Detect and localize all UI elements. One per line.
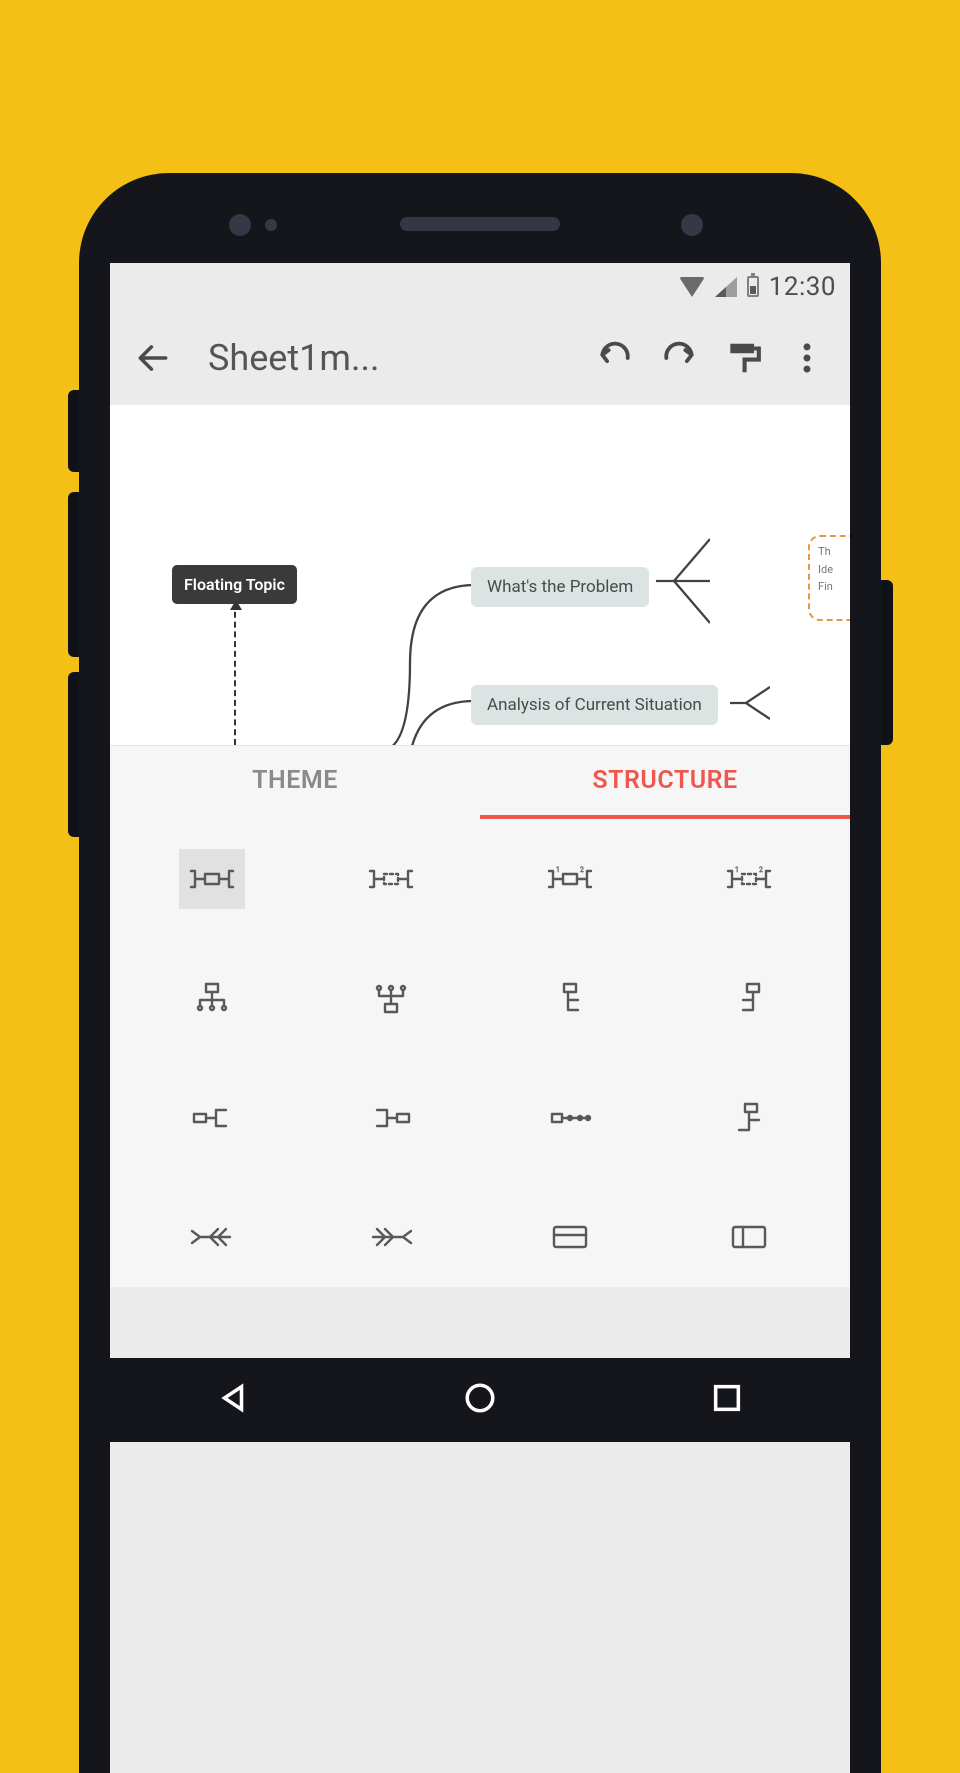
phone-frame: 12:30 Sheet1m... (79, 173, 881, 1773)
android-recent-button[interactable] (710, 1381, 744, 1419)
structure-option-logic-right[interactable] (122, 1080, 301, 1156)
topic-node[interactable]: What's the Problem (471, 567, 649, 607)
subtopic-label: Ide (818, 561, 850, 579)
phone-sensor (265, 219, 277, 231)
relationship-arrow[interactable] (234, 602, 236, 745)
structure-option-logic-left[interactable] (301, 1080, 480, 1156)
android-home-button[interactable] (463, 1381, 497, 1419)
phone-sensor (229, 214, 251, 236)
android-back-icon (216, 1381, 250, 1415)
structure-option-tree-right-b[interactable] (659, 961, 838, 1037)
structure-grid: 12 12 (110, 819, 850, 1287)
battery-icon (747, 276, 759, 297)
phone-camera (681, 214, 703, 236)
redo-button[interactable] (656, 335, 702, 381)
phone-speaker (400, 217, 560, 231)
tab-theme[interactable]: THEME (110, 746, 480, 819)
structure-option-fishbone-right[interactable] (301, 1200, 480, 1276)
structure-option-map-balanced[interactable] (122, 841, 301, 917)
structure-option-spreadsheet-row[interactable] (480, 1200, 659, 1276)
android-recent-icon (710, 1381, 744, 1415)
structure-option-timeline-v[interactable] (659, 1080, 838, 1156)
phone-side-button (879, 580, 893, 745)
app-bar: Sheet1m... (110, 310, 850, 405)
structure-option-map-clockwise[interactable] (301, 841, 480, 917)
structure-option-map-anticlockwise[interactable]: 12 (480, 841, 659, 917)
structure-option-tree-right-a[interactable] (480, 961, 659, 1037)
svg-text:1: 1 (735, 866, 739, 874)
android-home-icon (463, 1381, 497, 1415)
status-bar: 12:30 (110, 263, 850, 310)
tab-structure[interactable]: STRUCTURE (480, 746, 850, 819)
format-paint-icon (724, 339, 762, 377)
structure-option-org-down[interactable] (122, 961, 301, 1037)
format-tabs: THEME STRUCTURE (110, 745, 850, 819)
structure-option-org-up[interactable] (301, 961, 480, 1037)
floating-topic-node[interactable]: Floating Topic (172, 565, 297, 604)
undo-icon (596, 339, 634, 377)
back-arrow-icon (134, 339, 172, 377)
android-back-button[interactable] (216, 1381, 250, 1419)
screen: 12:30 Sheet1m... (110, 263, 850, 1773)
boundary-group[interactable]: Th Ide Fin (808, 535, 850, 621)
svg-text:2: 2 (580, 866, 584, 874)
connector-line (730, 685, 770, 721)
structure-option-fishbone-left[interactable] (122, 1200, 301, 1276)
format-button[interactable] (720, 335, 766, 381)
more-button[interactable] (784, 335, 830, 381)
connector-line (656, 535, 710, 627)
cellular-icon (715, 277, 737, 297)
mindmap-canvas[interactable]: Floating Topic What's the Problem Analys… (110, 405, 850, 745)
undo-button[interactable] (592, 335, 638, 381)
structure-option-spreadsheet-col[interactable] (659, 1200, 838, 1276)
wifi-icon (679, 277, 705, 297)
svg-text:2: 2 (759, 866, 763, 874)
clock-label: 12:30 (769, 272, 836, 302)
structure-option-timeline-h[interactable] (480, 1080, 659, 1156)
redo-icon (660, 339, 698, 377)
svg-text:1: 1 (556, 866, 560, 874)
page-title[interactable]: Sheet1m... (208, 337, 379, 379)
more-vertical-icon (788, 339, 826, 377)
topic-node[interactable]: Analysis of Current Situation (471, 685, 718, 725)
back-button[interactable] (130, 335, 176, 381)
connector-line (410, 699, 474, 745)
subtopic-label: Fin (818, 578, 850, 596)
subtopic-label: Th (818, 543, 850, 561)
android-nav-bar (110, 1358, 850, 1442)
structure-option-map-radial[interactable]: 12 (659, 841, 838, 917)
